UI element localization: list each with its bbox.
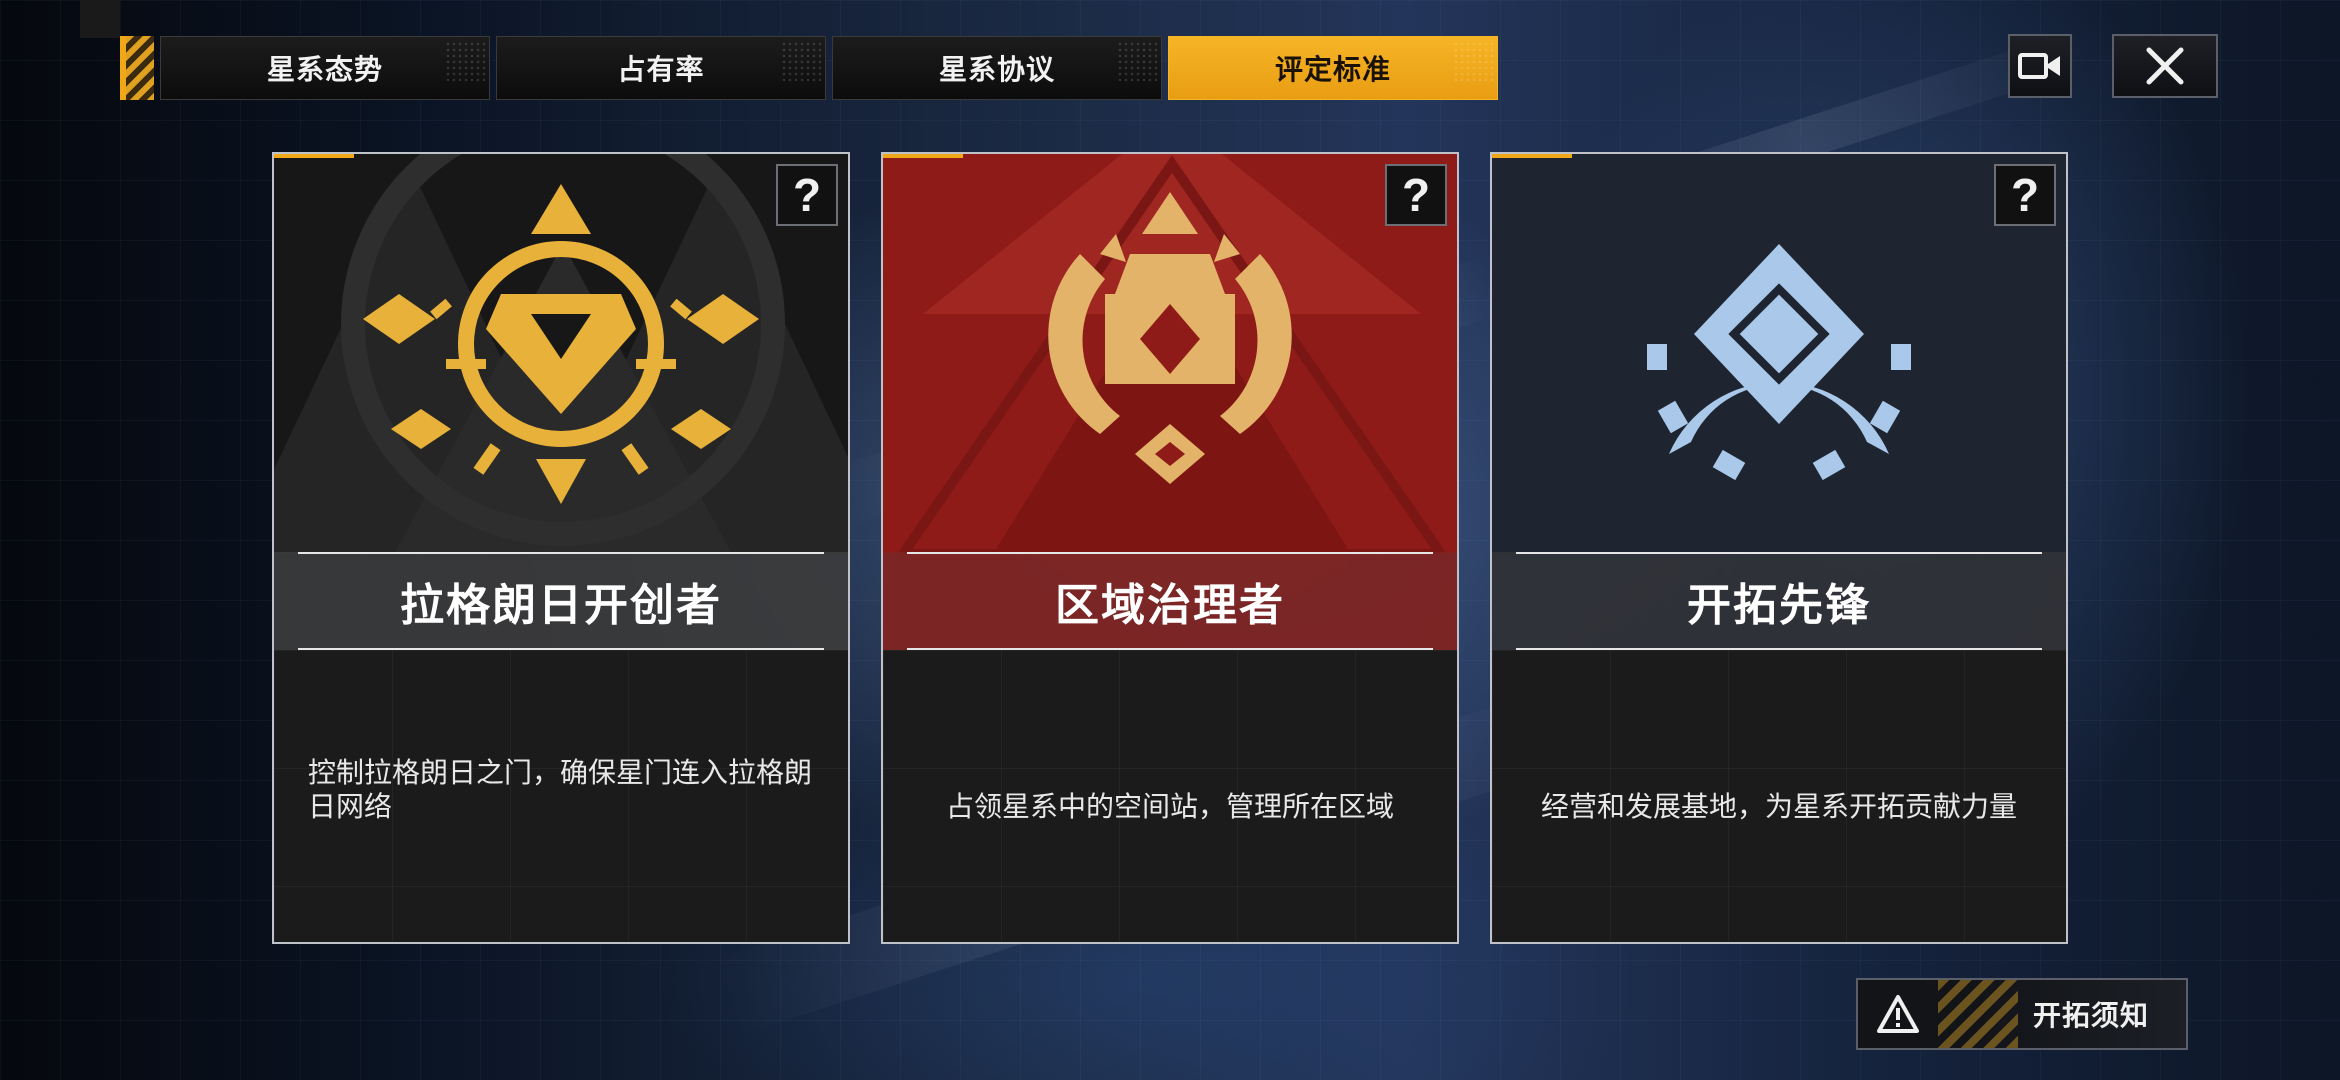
video-camera-icon [2018, 53, 2060, 79]
tab-galaxy-protocol[interactable]: 星系协议 [832, 36, 1162, 100]
warning-icon [1877, 995, 1919, 1033]
tab-occupancy-rate[interactable]: 占有率 [496, 36, 826, 100]
tab-galaxy-situation[interactable]: 星系态势 [160, 36, 490, 100]
close-icon [2146, 47, 2184, 85]
card-header-art: ? [274, 154, 848, 554]
card-header-art: ? [1492, 154, 2066, 554]
card-title: 拉格朗日开创者 [274, 552, 848, 650]
help-button[interactable]: ? [776, 164, 838, 226]
top-tab-bar: 星系态势 占有率 星系协议 评定标准 [120, 36, 1498, 100]
lagrange-founder-emblem-icon [363, 184, 759, 504]
card-title: 开拓先锋 [1492, 552, 2066, 650]
corner-decoration [80, 0, 120, 38]
card-description: 占领星系中的空间站，管理所在区域 [945, 791, 1394, 822]
record-video-button[interactable] [2008, 34, 2072, 98]
notice-label: 开拓须知 [2032, 1000, 2149, 1031]
card-header-art: ? [883, 154, 1457, 554]
pioneer-vanguard-emblem-icon [1647, 244, 1911, 481]
card-accent-bar [274, 154, 354, 158]
pioneer-notice-button[interactable]: 开拓须知 [1856, 978, 2188, 1050]
help-button[interactable]: ? [1385, 164, 1447, 226]
card-title: 区域治理者 [883, 552, 1457, 650]
region-governor-emblem-icon [1048, 192, 1292, 484]
close-button[interactable] [2112, 34, 2218, 98]
criteria-card-region-governor[interactable]: ? 区域治理者 占领星系中的空间站，管理所在区域 [881, 152, 1459, 944]
card-accent-bar [1492, 154, 1572, 158]
help-button[interactable]: ? [1994, 164, 2056, 226]
card-accent-bar [883, 154, 963, 158]
tab-evaluation-criteria[interactable]: 评定标准 [1168, 36, 1498, 100]
card-description: 经营和发展基地，为星系开拓贡献力量 [1540, 791, 2017, 822]
criteria-card-lagrange-founder[interactable]: ? 拉格朗日开创者 控制拉格朗日之门，确保星门连入拉格朗日网络 [272, 152, 850, 944]
criteria-card-pioneer-vanguard[interactable]: ? 开拓先锋 经营和发展基地，为星系开拓贡献力量 [1490, 152, 2068, 944]
card-description: 控制拉格朗日之门，确保星门连入拉格朗日网络 [308, 757, 813, 822]
